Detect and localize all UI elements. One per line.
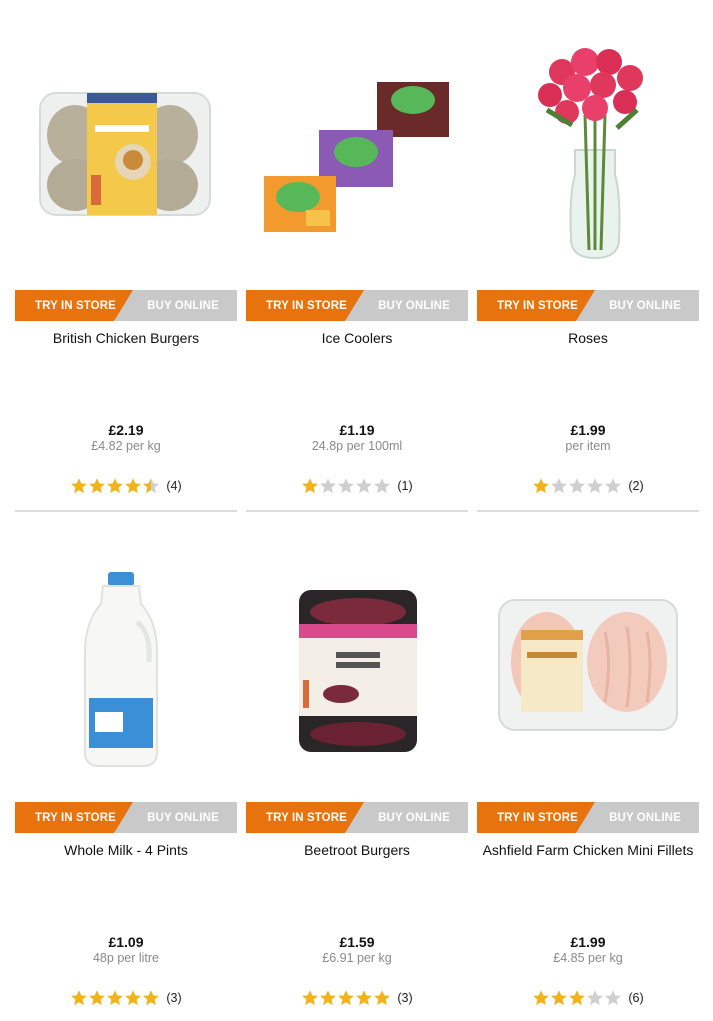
review-count: (3) bbox=[397, 991, 413, 1005]
star-filled-icon bbox=[107, 990, 124, 1006]
star-empty-icon bbox=[587, 478, 604, 494]
availability-bar: TRY IN STORE BUY ONLINE bbox=[477, 290, 699, 321]
beetroot-burgers-pack-icon bbox=[299, 590, 417, 752]
star-filled-icon bbox=[71, 990, 88, 1006]
availability-bar: TRY IN STORE BUY ONLINE bbox=[246, 802, 468, 833]
try-in-store-button[interactable]: TRY IN STORE bbox=[246, 290, 364, 321]
unit-price: per item bbox=[565, 439, 611, 453]
star-empty-icon bbox=[605, 990, 622, 1006]
availability-bar: TRY IN STORE BUY ONLINE bbox=[15, 802, 237, 833]
star-filled-icon bbox=[374, 990, 391, 1006]
review-count: (6) bbox=[628, 991, 644, 1005]
chicken-fillets-pack-icon bbox=[498, 599, 678, 731]
product-image[interactable] bbox=[15, 0, 237, 275]
product-rating[interactable]: (2) bbox=[477, 477, 699, 495]
star-filled-icon bbox=[302, 478, 319, 494]
product-image[interactable] bbox=[246, 0, 468, 275]
availability-bar: TRY IN STORE BUY ONLINE bbox=[246, 290, 468, 321]
star-rating bbox=[532, 477, 622, 495]
product-image[interactable] bbox=[15, 512, 237, 787]
review-count: (2) bbox=[628, 479, 644, 493]
star-filled-icon bbox=[125, 478, 142, 494]
product-grid: TRY IN STORE BUY ONLINE British Chicken … bbox=[0, 0, 713, 1021]
star-filled-icon bbox=[107, 478, 124, 494]
product-price: £1.59 bbox=[339, 934, 375, 950]
product-price: £1.99 bbox=[570, 422, 606, 438]
star-filled-icon bbox=[125, 990, 142, 1006]
star-filled-icon bbox=[356, 990, 373, 1006]
product-name[interactable]: Beetroot Burgers bbox=[246, 842, 468, 858]
product-image[interactable] bbox=[246, 512, 468, 787]
star-rating bbox=[301, 989, 391, 1007]
buy-online-button[interactable]: BUY ONLINE bbox=[115, 802, 237, 833]
product-name[interactable]: Ashfield Farm Chicken Mini Fillets bbox=[477, 842, 699, 858]
availability-bar: TRY IN STORE BUY ONLINE bbox=[477, 802, 699, 833]
star-empty-icon bbox=[356, 478, 373, 494]
product-rating[interactable]: (4) bbox=[15, 477, 237, 495]
unit-price: £4.85 per kg bbox=[553, 951, 623, 965]
product-price: £1.09 bbox=[108, 934, 144, 950]
unit-price: 24.8p per 100ml bbox=[311, 439, 403, 453]
star-half-icon bbox=[143, 478, 160, 494]
buy-online-button[interactable]: BUY ONLINE bbox=[115, 290, 237, 321]
star-filled-icon bbox=[71, 478, 88, 494]
product-price: £1.99 bbox=[570, 934, 606, 950]
star-filled-icon bbox=[551, 990, 568, 1006]
ice-coolers-boxes-icon bbox=[264, 82, 449, 232]
review-count: (1) bbox=[397, 479, 413, 493]
unit-price: 48p per litre bbox=[92, 951, 159, 965]
star-empty-icon bbox=[605, 478, 622, 494]
star-filled-icon bbox=[569, 990, 586, 1006]
product-name[interactable]: Ice Coolers bbox=[246, 330, 468, 346]
star-empty-icon bbox=[338, 478, 355, 494]
product-image[interactable] bbox=[477, 512, 699, 787]
star-empty-icon bbox=[569, 478, 586, 494]
try-in-store-button[interactable]: TRY IN STORE bbox=[246, 802, 364, 833]
milk-bottle-icon bbox=[84, 572, 158, 767]
buy-online-button[interactable]: BUY ONLINE bbox=[577, 802, 699, 833]
star-empty-icon bbox=[320, 478, 337, 494]
star-filled-icon bbox=[533, 990, 550, 1006]
product-image[interactable] bbox=[477, 0, 699, 275]
buy-online-button[interactable]: BUY ONLINE bbox=[346, 290, 468, 321]
availability-bar: TRY IN STORE BUY ONLINE bbox=[15, 290, 237, 321]
product-rating[interactable]: (3) bbox=[15, 989, 237, 1007]
star-filled-icon bbox=[533, 478, 550, 494]
product-name[interactable]: British Chicken Burgers bbox=[15, 330, 237, 346]
star-empty-icon bbox=[374, 478, 391, 494]
star-filled-icon bbox=[89, 478, 106, 494]
chicken-burgers-pack-icon bbox=[39, 92, 211, 216]
star-empty-icon bbox=[587, 990, 604, 1006]
try-in-store-button[interactable]: TRY IN STORE bbox=[477, 290, 595, 321]
product-rating[interactable]: (6) bbox=[477, 989, 699, 1007]
star-filled-icon bbox=[320, 990, 337, 1006]
buy-online-button[interactable]: BUY ONLINE bbox=[577, 290, 699, 321]
star-filled-icon bbox=[338, 990, 355, 1006]
product-rating[interactable]: (3) bbox=[246, 989, 468, 1007]
unit-price: £4.82 per kg bbox=[91, 439, 161, 453]
product-price: £2.19 bbox=[108, 422, 144, 438]
review-count: (3) bbox=[166, 991, 182, 1005]
unit-price: £6.91 per kg bbox=[322, 951, 392, 965]
review-count: (4) bbox=[166, 479, 182, 493]
product-rating[interactable]: (1) bbox=[246, 477, 468, 495]
try-in-store-button[interactable]: TRY IN STORE bbox=[15, 802, 133, 833]
star-filled-icon bbox=[89, 990, 106, 1006]
star-rating bbox=[301, 477, 391, 495]
star-rating bbox=[70, 477, 160, 495]
product-price: £1.19 bbox=[339, 422, 375, 438]
buy-online-button[interactable]: BUY ONLINE bbox=[346, 802, 468, 833]
star-filled-icon bbox=[302, 990, 319, 1006]
star-rating bbox=[70, 989, 160, 1007]
product-name[interactable]: Roses bbox=[477, 330, 699, 346]
product-name[interactable]: Whole Milk - 4 Pints bbox=[15, 842, 237, 858]
roses-vase-icon bbox=[538, 48, 643, 260]
try-in-store-button[interactable]: TRY IN STORE bbox=[477, 802, 595, 833]
star-filled-icon bbox=[143, 990, 160, 1006]
star-rating bbox=[532, 989, 622, 1007]
star-empty-icon bbox=[551, 478, 568, 494]
try-in-store-button[interactable]: TRY IN STORE bbox=[15, 290, 133, 321]
